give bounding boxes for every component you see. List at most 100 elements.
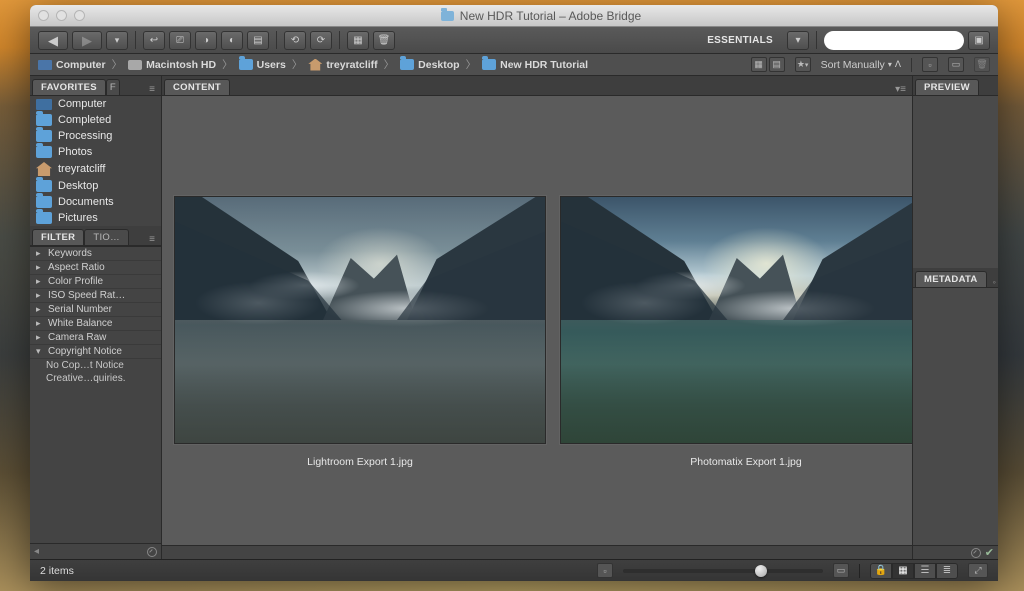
statusbar: 2 items ▫ ▭ 🔒 ▦ ☰ ≣ ⤢ [30,559,998,581]
view-lock-button[interactable]: 🔒 [870,563,892,579]
open-folder-mini-button[interactable]: ▭ [948,57,964,72]
disclosure-triangle-icon: ▸ [36,248,44,259]
search-box[interactable] [824,31,964,50]
breadcrumb-item[interactable]: Macintosh HD〉 [128,57,235,72]
filter-value[interactable]: No Cop…t Notice [30,359,161,372]
nav-back-button[interactable]: ◀ [38,31,68,50]
left-panel-menu[interactable]: ≡ [143,84,161,95]
favorites-item[interactable]: treyratcliff [30,160,161,178]
filter-category[interactable]: ▸Aspect Ratio [30,261,161,275]
filter-label: White Balance [48,318,112,329]
filter-category[interactable]: ▸Serial Number [30,303,161,317]
filter-category[interactable]: ▸ White Balance [30,317,161,331]
filter-value[interactable]: Creative…quiries. [30,372,161,385]
sort-menu[interactable]: Sort Manually ▾ ᐱ [821,59,901,71]
folder-icon [36,146,52,158]
folder-icon [239,59,253,70]
folders-tab-stub[interactable]: F [106,79,120,95]
filter-tab[interactable]: FILTER [32,229,84,245]
camera-import-button[interactable]: ⎚ [169,31,191,50]
fullscreen-button[interactable]: ⤢ [968,563,988,578]
breadcrumb-item[interactable]: New HDR Tutorial [482,59,588,71]
filter-category[interactable]: ▸Keywords [30,247,161,261]
favorites-item[interactable]: Documents [30,194,161,210]
filter-label: Copyright Notice [48,346,122,357]
disclosure-triangle-icon: ▾ [36,346,44,357]
rotate-ccw-button[interactable]: ⟲ [284,31,306,50]
breadcrumb-item[interactable]: Users〉 [239,57,305,72]
favorites-item-label: Documents [58,196,114,208]
metadata-panel-menu[interactable]: ◦ [987,277,998,287]
view-details-button[interactable]: ☰ [914,563,936,579]
disclosure-triangle-icon: ▸ [36,318,44,329]
favorites-item[interactable]: Completed [30,112,161,128]
new-folder-mini-button[interactable]: ▫ [922,57,938,72]
trash-mini-button[interactable]: 🗑 [974,57,990,72]
filter-category[interactable]: ▾ Copyright Notice [30,345,161,359]
content-tab[interactable]: CONTENT [164,79,230,95]
collections-tab[interactable]: TIO… [84,229,129,245]
workspace-label[interactable]: ESSENTIALS [697,35,783,46]
close-window-button[interactable] [38,10,49,21]
cancel-filter-icon[interactable] [147,547,157,557]
favorites-item-label: treyratcliff [58,163,105,175]
thumbnail[interactable]: Lightroom Export 1.jpg [174,196,546,468]
metadata-cancel-icon[interactable] [971,548,981,558]
new-folder-button[interactable]: ▦ [347,31,369,50]
view-list-button[interactable]: ≣ [936,563,958,579]
folder-icon [36,196,52,208]
favorites-item-label: Processing [58,130,112,142]
favorites-item[interactable]: Computer [30,96,161,112]
disclosure-triangle-icon: ▸ [36,276,44,287]
breadcrumb-item[interactable]: Desktop〉 [400,57,478,72]
rating-filter-button[interactable]: ★▾ [795,57,811,72]
rotate-cw-button[interactable]: ⟳ [310,31,332,50]
metadata-tab[interactable]: METADATA [915,271,987,287]
view-grid-2-button[interactable]: ▤ [769,57,785,72]
minimize-window-button[interactable] [56,10,67,21]
filter-label: Color Profile [48,276,103,287]
favorites-item-label: Pictures [58,212,98,224]
content-body[interactable]: Lightroom Export 1.jpg Photomatix Export … [162,96,912,545]
favorites-item[interactable]: Pictures [30,210,161,226]
favorites-item[interactable]: Processing [30,128,161,144]
filter-category[interactable]: ▸ Color Profile [30,275,161,289]
reveal-recent-button[interactable]: ▾ [106,31,128,50]
favorites-item[interactable]: Photos [30,144,161,160]
search-input[interactable] [834,34,976,46]
filter-panel-menu[interactable]: ≡ [143,234,161,245]
preview-tab[interactable]: PREVIEW [915,79,979,95]
thumb-large-button[interactable]: ▭ [833,563,849,578]
zoom-window-button[interactable] [74,10,85,21]
thumbnail[interactable]: Photomatix Export 1.jpg [560,196,912,468]
boomerang-button[interactable]: ↩ [143,31,165,50]
refine-button[interactable]: ◑ [195,31,217,50]
folder-icon [36,130,52,142]
thumbnail-filename: Lightroom Export 1.jpg [307,456,413,468]
item-count-label: 2 items [40,565,74,577]
home-icon [308,59,322,71]
compact-mode-button[interactable]: ▣ [968,31,990,50]
metadata-apply-icon[interactable]: ✔ [985,546,994,559]
breadcrumb-item[interactable]: treyratcliff〉 [308,57,396,72]
trash-button[interactable]: 🗑 [373,31,395,50]
filter-category[interactable]: ▸ISO Speed Rat… [30,289,161,303]
view-mode-buttons: 🔒 ▦ ☰ ≣ [870,563,958,579]
view-grid-button[interactable]: ▦ [751,57,767,72]
folder-icon [36,114,52,126]
thumbnail-filename: Photomatix Export 1.jpg [690,456,801,468]
content-panel-menu[interactable]: ▾≡ [889,84,912,95]
workspace-dropdown[interactable]: ▾ [787,31,809,50]
thumb-small-button[interactable]: ▫ [597,563,613,578]
breadcrumb-item[interactable]: Computer〉 [38,57,124,72]
output-button[interactable]: ▤ [247,31,269,50]
filter-label: ISO Speed Rat… [48,290,125,301]
thumbnail-size-slider[interactable] [623,569,823,573]
filter-category[interactable]: ▸Camera Raw [30,331,161,345]
nav-forward-button[interactable]: ▶ [72,31,102,50]
view-thumbnails-button[interactable]: ▦ [892,563,914,579]
favorites-item[interactable]: Desktop [30,178,161,194]
favorites-tab[interactable]: FAVORITES [32,79,106,95]
filter-label: Serial Number [48,304,112,315]
open-camera-raw-button[interactable]: ◐ [221,31,243,50]
